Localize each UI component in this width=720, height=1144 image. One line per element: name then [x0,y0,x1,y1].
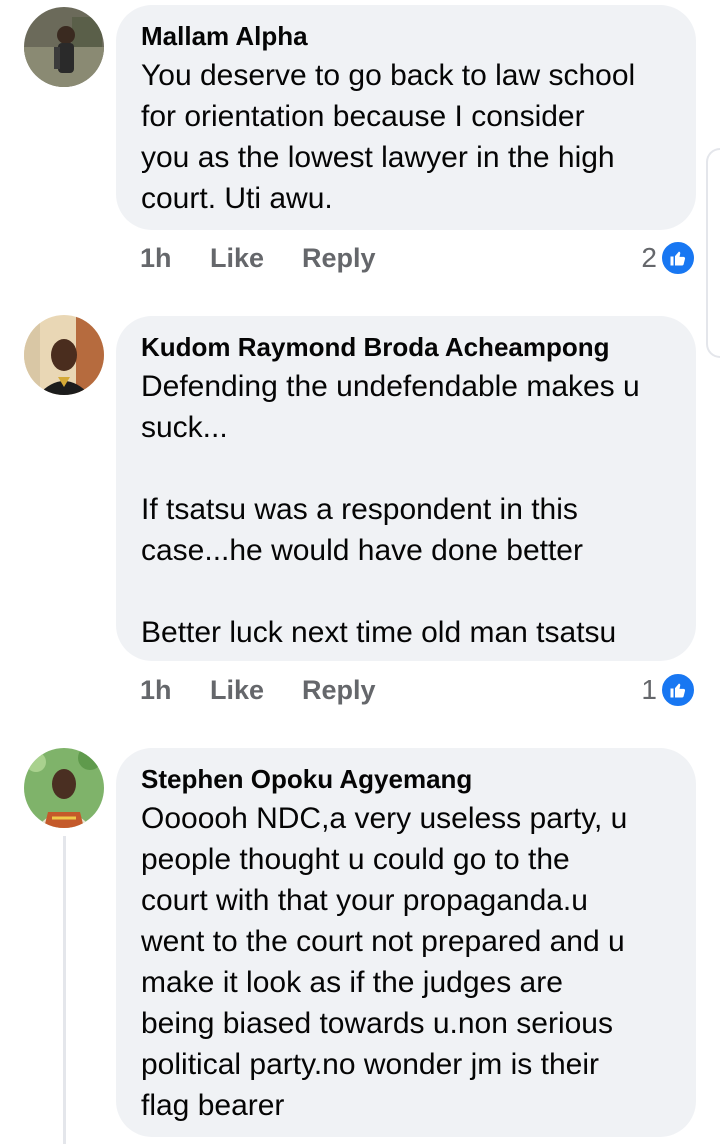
timestamp[interactable]: 1h [140,675,210,706]
side-panel-handle[interactable] [706,148,720,358]
reply-button[interactable]: Reply [302,243,376,274]
comment-actions: 1h Like Reply [140,238,376,278]
reply-thread-line [63,836,66,1144]
comment-bubble: Stephen Opoku Agyemang Oooooh NDC,a very… [116,748,696,1137]
avatar[interactable] [24,7,104,87]
reaction-count: 2 [641,242,657,273]
avatar-photo [24,315,104,395]
comment-author[interactable]: Mallam Alpha [141,19,670,53]
like-button[interactable]: Like [210,243,302,274]
comment-text: You deserve to go back to law school for… [141,59,636,215]
like-button[interactable]: Like [210,675,302,706]
comment-text: Defending the undefendable makes u suck.… [141,370,640,649]
comment-text: Oooooh NDC,a very useless party, u peopl… [141,802,628,1122]
comment-bubble: Kudom Raymond Broda Acheampong Defending… [116,316,696,661]
reaction-count: 1 [641,674,657,705]
thumbs-up-icon [660,240,696,276]
thumbs-up-icon [660,672,696,708]
reply-button[interactable]: Reply [302,675,376,706]
comment-actions: 1h Like Reply [140,670,376,710]
reaction-summary[interactable]: 1 [641,670,696,710]
reaction-summary[interactable]: 2 [641,238,696,278]
avatar[interactable] [24,748,104,828]
avatar-photo [24,748,104,828]
avatar[interactable] [24,315,104,395]
comment-author[interactable]: Kudom Raymond Broda Acheampong [141,330,670,364]
comment-author[interactable]: Stephen Opoku Agyemang [141,762,670,796]
timestamp[interactable]: 1h [140,243,210,274]
comment-bubble: Mallam Alpha You deserve to go back to l… [116,5,696,230]
avatar-photo [24,7,104,87]
